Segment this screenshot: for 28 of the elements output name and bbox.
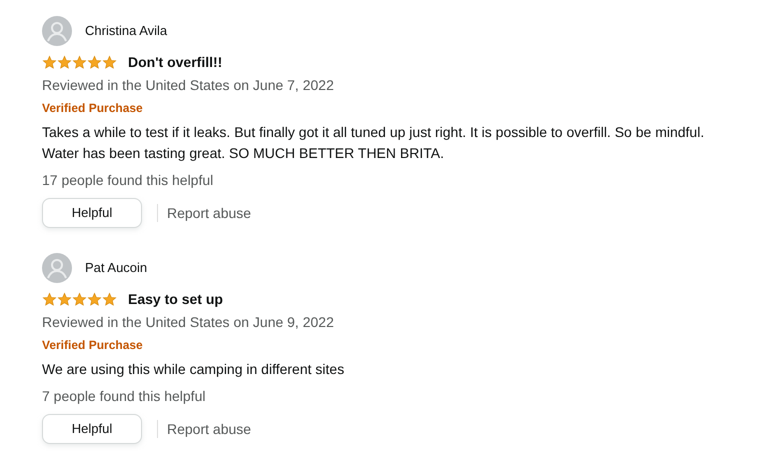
star-icon: [87, 292, 102, 307]
report-abuse-link[interactable]: Report abuse: [167, 202, 252, 224]
review-text: We are using this while camping in different sites: [42, 360, 346, 379]
avatar-icon: [42, 253, 72, 283]
reviewer-name: Christina Avila: [85, 22, 168, 40]
star-icon: [57, 55, 72, 70]
review-text: Takes a while to test if it leaks. But finally got it all tuned up just right. It is possible to overfill. So be mindful. Water has been tasting great. SO MUCH BETTER THEN BRITA.: [42, 123, 706, 163]
star-icon: [72, 55, 87, 70]
report-abuse-link[interactable]: Report abuse: [167, 418, 252, 440]
star-icon: [102, 292, 117, 307]
review-date: Reviewed in the United States on June 9, 2022: [42, 313, 335, 332]
star-icon: [87, 55, 102, 70]
helpful-count: 17 people found this helpful: [42, 171, 214, 190]
reviewer-name: Pat Aucoin: [85, 259, 148, 278]
review-date: Reviewed in the United States on June 7, 2022: [42, 76, 335, 95]
review-title: Easy to set up: [128, 290, 223, 309]
star-icon: [42, 55, 57, 70]
helpful-button[interactable]: Helpful: [42, 414, 142, 444]
star-icon: [102, 55, 117, 70]
star-icon: [72, 292, 87, 307]
verified-purchase-label: Verified Purchase: [42, 337, 144, 354]
verified-purchase-label: Verified Purchase: [42, 100, 144, 117]
star-icon: [57, 292, 72, 307]
star-icon: [42, 292, 57, 307]
avatar-icon: [42, 16, 72, 46]
review-title: Don't overfill!!: [128, 53, 222, 72]
helpful-button[interactable]: Helpful: [42, 198, 142, 228]
helpful-count: 7 people found this helpful: [42, 387, 206, 406]
